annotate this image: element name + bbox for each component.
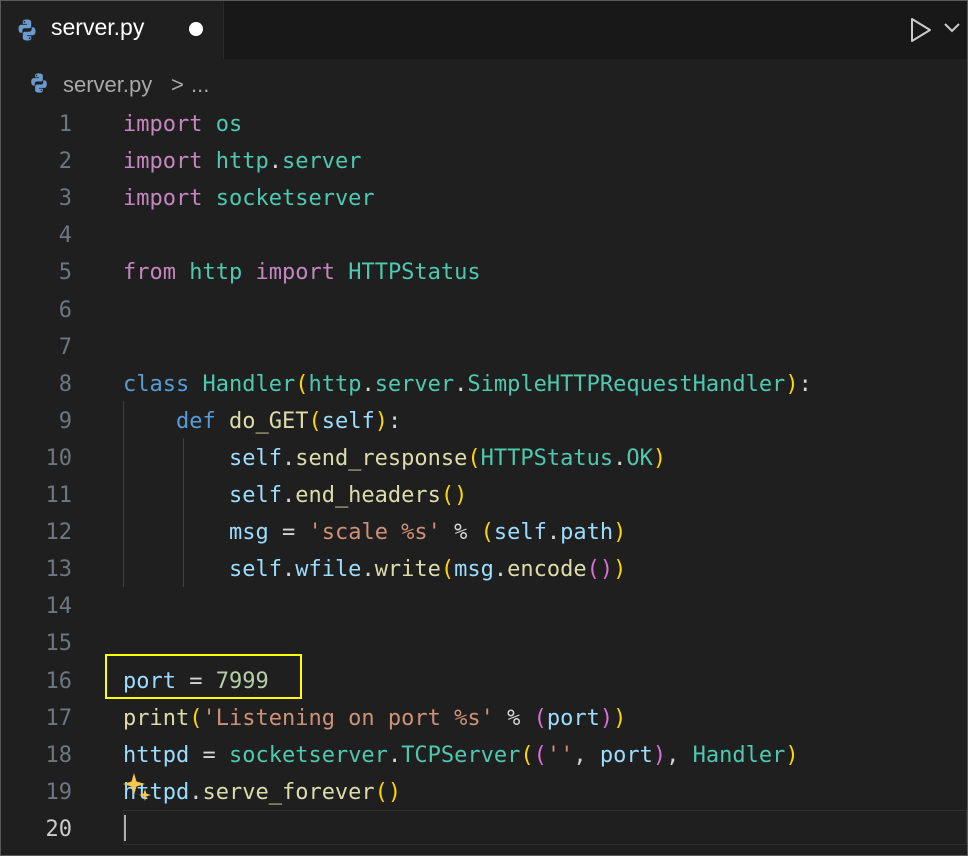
python-icon <box>31 73 47 93</box>
text-cursor <box>124 815 126 841</box>
current-line-highlight <box>123 810 967 845</box>
line-number: 2 <box>58 149 72 175</box>
code-line[interactable]: def do_GET(self): <box>123 403 401 440</box>
line-number: 1 <box>58 112 72 137</box>
line-number: 9 <box>58 408 72 434</box>
indent-guide <box>183 438 184 587</box>
unsaved-dot-icon[interactable] <box>189 22 203 36</box>
code-line[interactable]: from http import HTTPStatus <box>123 254 481 291</box>
breadcrumb-separator: > <box>171 72 184 97</box>
line-number: 15 <box>45 631 73 657</box>
line-number: 17 <box>45 705 73 731</box>
line-number: 13 <box>45 557 73 583</box>
code-line[interactable]: self.end_headers() <box>123 477 467 514</box>
line-number: 20 <box>45 816 73 842</box>
tab-bar: server.py <box>1 1 967 59</box>
line-number: 18 <box>45 742 73 768</box>
line-number: 16 <box>45 668 73 694</box>
code-line[interactable]: import socketserver <box>123 180 375 217</box>
code-line[interactable]: class Handler(http.server.SimpleHTTPRequ… <box>123 366 812 403</box>
code-line[interactable]: msg = 'scale %s' % (self.path) <box>123 514 626 551</box>
line-number: 19 <box>45 779 73 805</box>
code-line[interactable]: self.wfile.write(msg.encode()) <box>123 551 626 588</box>
line-number: 11 <box>45 483 73 508</box>
breadcrumb-symbols[interactable]: ... <box>191 72 209 98</box>
highlight-box <box>105 654 302 699</box>
indent-guide <box>123 401 124 587</box>
code-line[interactable]: print('Listening on port %s' % (port)) <box>123 700 626 737</box>
tab-label: server.py <box>51 14 145 40</box>
line-number: 8 <box>58 371 72 397</box>
sparkle-icon[interactable] <box>121 771 153 803</box>
line-number: 12 <box>45 520 73 546</box>
python-icon <box>18 19 36 41</box>
code-line[interactable]: import http.server <box>123 143 361 180</box>
line-number: 5 <box>58 260 72 286</box>
code-line[interactable]: import os <box>123 106 242 143</box>
line-number: 4 <box>58 223 72 249</box>
line-number: 7 <box>58 334 72 360</box>
code-line[interactable]: httpd = socketserver.TCPServer(('', port… <box>123 737 799 774</box>
code-line[interactable]: self.send_response(HTTPStatus.OK) <box>123 440 666 477</box>
breadcrumb-file[interactable]: server.py <box>63 72 152 98</box>
play-icon[interactable] <box>909 17 933 43</box>
line-number: 10 <box>45 445 73 471</box>
editor-window: server.py server.py > ... 1 2 3 4 5 6 7 8 9 10 11 1… <box>0 0 968 856</box>
tab-server-py[interactable]: server.py <box>1 1 224 59</box>
line-number: 14 <box>45 594 73 620</box>
line-number: 3 <box>58 186 72 212</box>
breadcrumb: server.py > ... <box>1 61 967 105</box>
code-line[interactable]: httpd.serve_forever() <box>123 774 401 811</box>
line-number: 6 <box>58 297 72 323</box>
chevron-down-icon[interactable] <box>943 21 961 35</box>
code-editor[interactable]: 1 2 3 4 5 6 7 8 9 10 11 12 13 14 15 16 17 18 19 20 import o… <box>1 106 967 855</box>
